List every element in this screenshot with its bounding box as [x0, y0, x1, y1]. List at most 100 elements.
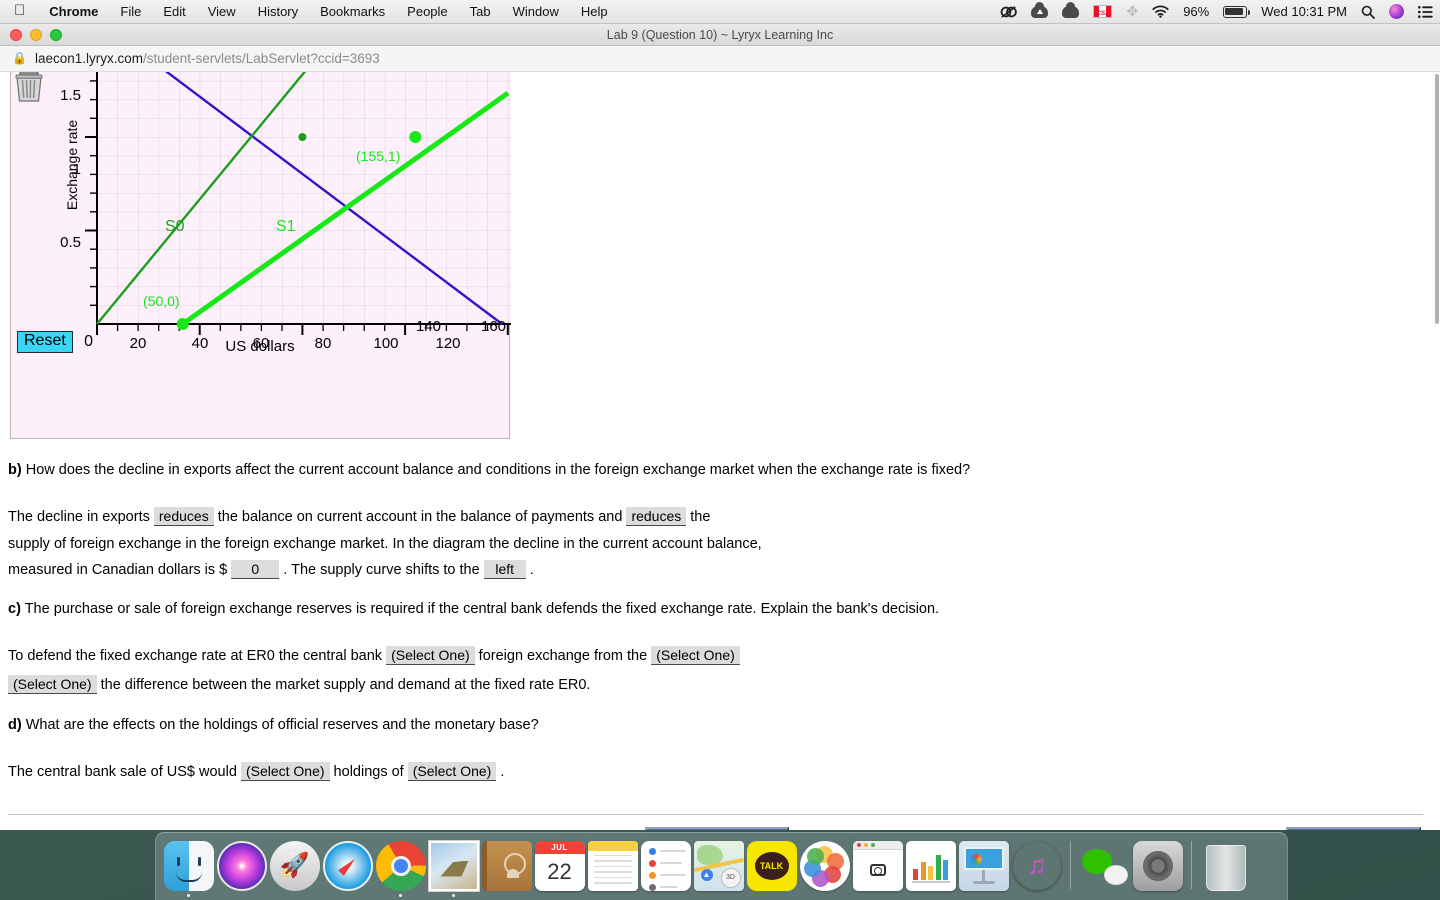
wifi-icon[interactable] [1145, 5, 1176, 18]
menu-item-edit[interactable]: Edit [152, 4, 196, 19]
dock-item-kakaotalk[interactable]: TALK [745, 835, 798, 897]
select-b-1[interactable]: reduces [153, 507, 214, 526]
dock-item-mail[interactable] [427, 835, 480, 897]
select-b-2[interactable]: reduces [626, 507, 687, 526]
trash-icon[interactable] [11, 72, 47, 103]
menu-item-bookmarks[interactable]: Bookmarks [309, 4, 396, 19]
calendar-month-label: JUL [534, 840, 585, 854]
dock-item-notes[interactable] [586, 835, 639, 897]
menu-item-help[interactable]: Help [570, 4, 619, 19]
dock-item-finder[interactable] [162, 835, 215, 897]
question-b-prompt: b) How does the decline in exports affec… [8, 462, 970, 478]
dock-item-trash[interactable] [1199, 835, 1252, 897]
dock-item-photos[interactable] [798, 835, 851, 897]
page-scrollbar[interactable] [1434, 72, 1440, 830]
select-d-1[interactable]: (Select One) [240, 762, 330, 781]
menu-item-tab[interactable]: Tab [459, 4, 502, 19]
chart-xtick-140: 140 [416, 318, 442, 335]
dock-item-capture[interactable] [851, 835, 904, 897]
kakaotalk-label: TALK [754, 851, 789, 880]
ans-d-t2: holdings of [329, 764, 408, 780]
question-c-letter: c) [8, 601, 21, 617]
system-preferences-gear-icon [1132, 840, 1183, 891]
dock-item-itunes[interactable]: ♫ [1010, 835, 1063, 897]
s0-marker [298, 133, 307, 141]
menu-item-view[interactable]: View [197, 4, 247, 19]
menu-item-window[interactable]: Window [502, 4, 570, 19]
wechat-icon [1080, 841, 1130, 891]
notes-icon [587, 840, 638, 891]
ans-b-t4: measured in Canadian dollars is $ [8, 562, 232, 578]
ans-b-t1: The decline in exports [8, 509, 154, 525]
chart-ytick-1-5: 1.5 [60, 87, 81, 104]
dock-item-siri[interactable] [215, 835, 268, 897]
select-c-3[interactable]: (Select One) [8, 675, 97, 694]
submit-and-mark-button[interactable]: SUBMIT AND MARK [645, 827, 789, 830]
dock-item-maps[interactable]: ▲ 3D [692, 835, 745, 897]
exchange-rate-graph-applet[interactable]: Exchange rate US dollars S0 S1 (155,1) (… [10, 72, 511, 439]
search-icon[interactable] [1354, 5, 1382, 19]
ans-c-t3: the difference between the market supply… [96, 677, 591, 693]
s1-label: S1 [276, 218, 296, 235]
question-c: c) The purchase or sale of foreign excha… [8, 601, 939, 617]
dock-item-chrome[interactable] [374, 835, 427, 897]
numbers-chart-icon [905, 840, 956, 891]
dock-item-calendar[interactable]: JUL 22 [533, 835, 586, 897]
s0-label: S0 [165, 218, 185, 235]
mac-dock: 🚀 JUL 22 ▲ 3D TALK ♫ [155, 832, 1288, 900]
ans-b-t3: the [686, 509, 711, 525]
contacts-book-icon [481, 840, 532, 891]
question-c-answer-line-1: To defend the fixed exchange rate at ER0… [8, 643, 740, 669]
s1-marker [409, 131, 422, 143]
dock-item-reminders[interactable] [639, 835, 692, 897]
cloud-upload-icon[interactable] [1024, 1, 1055, 18]
creative-cloud-icon[interactable] [993, 5, 1024, 19]
input-b-amount[interactable]: 0 [231, 560, 280, 579]
ans-b-t6: . [525, 562, 534, 578]
menu-item-file[interactable]: File [109, 4, 152, 19]
select-b-direction[interactable]: left [483, 560, 526, 579]
page-content: Exchange rate US dollars S0 S1 (155,1) (… [0, 72, 1440, 830]
bluetooth-icon[interactable]: ✥ [1119, 3, 1145, 20]
menu-item-chrome[interactable]: Chrome [38, 4, 109, 19]
dock-item-numbers[interactable] [904, 835, 957, 897]
question-c-text: The purchase or sale of foreign exchange… [24, 601, 940, 617]
menu-item-people[interactable]: People [396, 4, 458, 19]
dock-item-safari[interactable] [321, 835, 374, 897]
input-flag-icon[interactable]: CSA [1086, 5, 1119, 18]
annotation-155-1: (155,1) [356, 148, 400, 164]
dock-separator-1 [1070, 841, 1071, 889]
dock-item-contacts[interactable] [480, 835, 533, 897]
menu-item-history[interactable]: History [247, 4, 309, 19]
save-and-close-button[interactable]: SAVE AND CLOSE [1286, 827, 1421, 830]
reset-button[interactable]: Reset [17, 331, 73, 353]
kakaotalk-icon: TALK [746, 840, 797, 891]
reminders-icon [640, 840, 691, 891]
address-bar[interactable]: 🔒 laecon1.lyryx.com/student-servlets/Lab… [0, 46, 1440, 72]
lock-icon: 🔒 [12, 51, 27, 65]
cloud-icon[interactable] [1055, 1, 1086, 18]
chrome-icon [375, 840, 426, 891]
url-domain: laecon1.lyryx.com [34, 51, 143, 66]
menubar-clock[interactable]: Wed 10:31 PM [1254, 4, 1354, 19]
dock-item-system-preferences[interactable] [1131, 835, 1184, 897]
ans-b-t5: . The supply curve shifts to the [279, 562, 484, 578]
calendar-day-label: 22 [547, 858, 572, 884]
battery-percent-label: 96% [1183, 4, 1210, 19]
dock-item-wechat[interactable] [1078, 835, 1131, 897]
select-d-2[interactable]: (Select One) [407, 762, 497, 781]
notification-center-icon[interactable] [1411, 5, 1440, 18]
apple-menu-icon[interactable]:  [0, 3, 38, 18]
select-c-1[interactable]: (Select One) [386, 646, 475, 665]
browser-titlebar: Lab 9 (Question 10) ~ Lyryx Learning Inc [0, 24, 1440, 46]
battery-icon[interactable] [1216, 5, 1254, 18]
dock-item-keynote[interactable] [957, 835, 1010, 897]
question-c-prompt: c) The purchase or sale of foreign excha… [8, 601, 939, 617]
question-d-letter: d) [8, 717, 22, 733]
dock-item-launchpad[interactable]: 🚀 [268, 835, 321, 897]
keynote-icon [958, 840, 1009, 891]
select-c-2[interactable]: (Select One) [651, 646, 740, 665]
footer-divider [8, 814, 1423, 815]
siri-icon[interactable] [1382, 4, 1411, 19]
mac-menu-bar:  Chrome File Edit View History Bookmark… [0, 0, 1440, 24]
